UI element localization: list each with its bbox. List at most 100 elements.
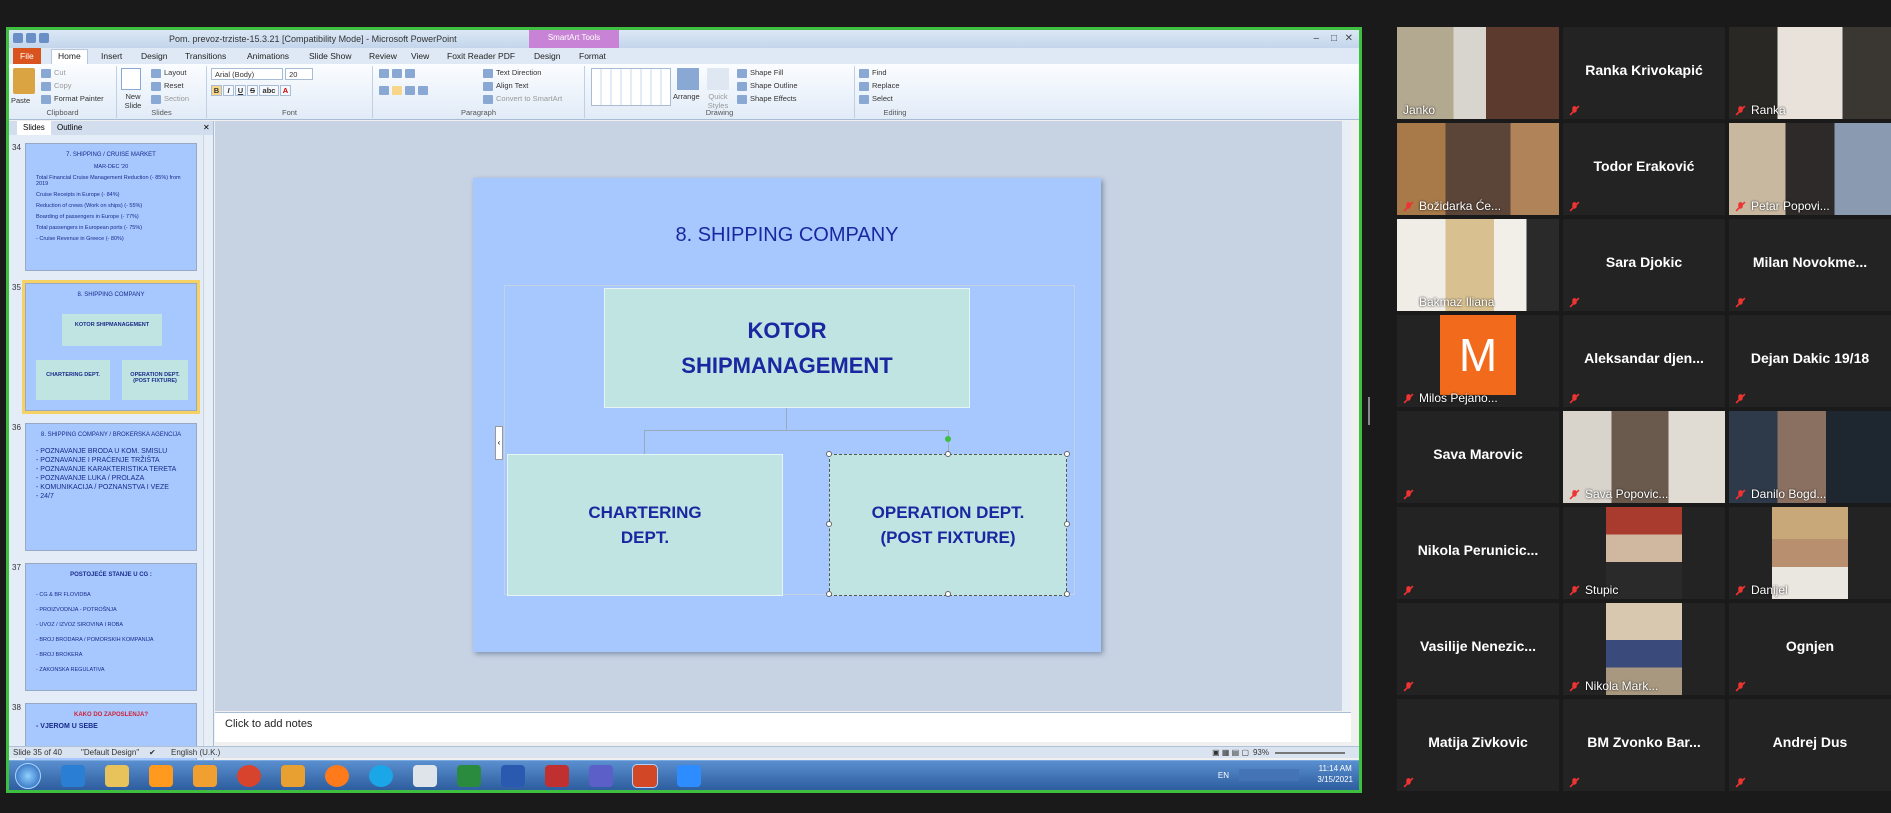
slide-thumb-34[interactable]: 7. SHIPPING / CRUISE MARKET MAR-DEC '20 … — [25, 143, 197, 271]
word-icon[interactable] — [501, 765, 525, 787]
language[interactable]: English (U.K.) — [171, 748, 220, 757]
smartart-frame[interactable]: ‹ KOTOR SHIPMANAGEMENT CHARTERING DEPT. OP… — [495, 285, 1075, 597]
close-icon[interactable]: ✕ — [1345, 33, 1353, 44]
participant-tile[interactable]: Janko — [1397, 27, 1559, 119]
participant-tile[interactable]: Todor Eraković — [1563, 123, 1725, 215]
copy-button[interactable]: Copy — [54, 81, 72, 90]
participant-tile[interactable]: Ranka Krivokapić — [1563, 27, 1725, 119]
notes-pane[interactable]: Click to add notes — [215, 712, 1351, 742]
tray-language[interactable]: EN — [1218, 770, 1229, 781]
numbering-icon[interactable] — [392, 68, 402, 78]
resize-handle[interactable] — [945, 591, 951, 597]
shapes-gallery[interactable] — [591, 68, 671, 106]
media-player-icon[interactable] — [149, 765, 173, 787]
pane-scrollbar[interactable] — [203, 135, 213, 771]
maximize-icon[interactable]: □ — [1331, 33, 1337, 44]
underline-button[interactable]: U — [235, 85, 246, 96]
quick-styles-icon[interactable] — [707, 68, 729, 90]
minimize-icon[interactable]: – — [1313, 33, 1319, 44]
close-pane-icon[interactable]: ✕ — [203, 123, 210, 132]
chrome-icon[interactable] — [237, 765, 261, 787]
participant-tile[interactable]: Nikola Mark... — [1563, 603, 1725, 695]
participant-tile[interactable]: Sava Marovic — [1397, 411, 1559, 503]
select-button[interactable]: Select — [872, 94, 893, 103]
view-buttons-icon[interactable]: ▣ ▦ ▤ ▢ — [1212, 748, 1249, 757]
text-direction-button[interactable]: Text Direction — [496, 68, 541, 77]
participant-tile[interactable]: Dejan Dakic 19/18 — [1729, 315, 1891, 407]
settings-app-icon[interactable] — [193, 765, 217, 787]
participant-tile[interactable]: Božidarka Će... — [1397, 123, 1559, 215]
undo-icon[interactable] — [26, 33, 36, 43]
format-painter-button[interactable]: Format Painter — [54, 94, 104, 103]
participant-tile[interactable]: Bakmaz Iliana — [1397, 219, 1559, 311]
new-slide-icon[interactable] — [121, 68, 141, 90]
tab-foxit[interactable]: Foxit Reader PDF — [447, 51, 515, 61]
align-text-button[interactable]: Align Text — [496, 81, 528, 90]
tab-smartart-format[interactable]: Format — [579, 51, 606, 61]
resize-handle[interactable] — [945, 451, 951, 457]
rotate-handle[interactable] — [945, 436, 951, 442]
tray-icons[interactable] — [1239, 769, 1299, 781]
editor-scrollbar[interactable] — [1341, 121, 1351, 711]
slide-thumb-36[interactable]: 8. SHIPPING COMPANY / BROKERSKA AGENCIJA… — [25, 423, 197, 551]
tab-transitions[interactable]: Transitions — [185, 51, 226, 61]
quick-access-toolbar[interactable] — [13, 33, 49, 43]
participant-tile[interactable]: Vasilije Nenezic... — [1397, 603, 1559, 695]
participant-tile[interactable]: Nikola Perunicic... — [1397, 507, 1559, 599]
tab-file[interactable]: File — [13, 48, 41, 64]
firefox-icon[interactable] — [325, 765, 349, 787]
calculator-icon[interactable] — [413, 765, 437, 787]
app-icon[interactable] — [545, 765, 569, 787]
participant-tile[interactable]: Stupic — [1563, 507, 1725, 599]
tab-outline[interactable]: Outline — [57, 123, 82, 132]
participant-tile[interactable]: Ognjen — [1729, 603, 1891, 695]
align-right-icon[interactable] — [405, 85, 415, 95]
align-center-icon[interactable] — [392, 85, 402, 95]
excel-icon[interactable] — [457, 765, 481, 787]
participant-tile[interactable]: Ranka — [1729, 27, 1891, 119]
zoom-level[interactable]: 93% — [1253, 748, 1269, 757]
zoom-slider[interactable] — [1275, 752, 1345, 754]
strikethrough-button[interactable]: S — [247, 85, 258, 96]
org-box-chartering[interactable]: CHARTERING DEPT. — [507, 454, 783, 596]
panel-divider[interactable] — [1368, 397, 1370, 425]
indent-icon[interactable] — [405, 68, 415, 78]
tab-smartart-design[interactable]: Design — [534, 51, 560, 61]
tab-slides[interactable]: Slides — [17, 121, 51, 135]
participant-tile[interactable]: Danilo Bogd... — [1729, 411, 1891, 503]
participant-tile[interactable]: Matija Zivkovic — [1397, 699, 1559, 791]
italic-button[interactable]: I — [223, 85, 234, 96]
powerpoint-icon[interactable] — [632, 764, 658, 788]
tab-home[interactable]: Home — [51, 49, 88, 64]
reset-button[interactable]: Reset — [164, 81, 184, 90]
clock[interactable]: 11:14 AM 3/15/2021 — [1317, 763, 1353, 785]
bold-button[interactable]: B — [211, 85, 222, 96]
tab-review[interactable]: Review — [369, 51, 397, 61]
find-button[interactable]: Find — [872, 68, 887, 77]
participant-tile[interactable]: Sava Popovic... — [1563, 411, 1725, 503]
tab-slide-show[interactable]: Slide Show — [309, 51, 352, 61]
resize-handle[interactable] — [826, 521, 832, 527]
participant-tile[interactable]: BM Zvonko Bar... — [1563, 699, 1725, 791]
slide-thumb-37[interactable]: POSTOJEĆE STANJE U CG : - CG & BR FLOVID… — [25, 563, 197, 691]
layout-button[interactable]: Layout — [164, 68, 187, 77]
participant-tile[interactable]: Aleksandar djen... — [1563, 315, 1725, 407]
spelling-icon[interactable]: ✔ — [149, 748, 156, 757]
font-size-select[interactable]: 20 — [285, 68, 314, 80]
slide-thumb-35[interactable]: 8. SHIPPING COMPANY KOTOR SHIPMANAGEMENT… — [22, 280, 200, 414]
tab-view[interactable]: View — [411, 51, 429, 61]
resize-handle[interactable] — [826, 451, 832, 457]
participant-tile[interactable]: Sara Djokic — [1563, 219, 1725, 311]
tab-animations[interactable]: Animations — [247, 51, 289, 61]
font-color-icon[interactable]: A — [280, 85, 291, 96]
bullets-icon[interactable] — [379, 68, 389, 78]
resize-handle[interactable] — [1064, 521, 1070, 527]
redo-icon[interactable] — [39, 33, 49, 43]
ie-icon[interactable] — [61, 765, 85, 787]
shadow-button[interactable]: abc — [259, 85, 279, 96]
cut-button[interactable]: Cut — [54, 68, 66, 77]
participant-tile[interactable]: M Milos Pejano... — [1397, 315, 1559, 407]
participant-tile[interactable]: Andrej Dus — [1729, 699, 1891, 791]
shape-outline-button[interactable]: Shape Outline — [750, 81, 798, 90]
text-pane-toggle-icon[interactable]: ‹ — [495, 426, 503, 460]
